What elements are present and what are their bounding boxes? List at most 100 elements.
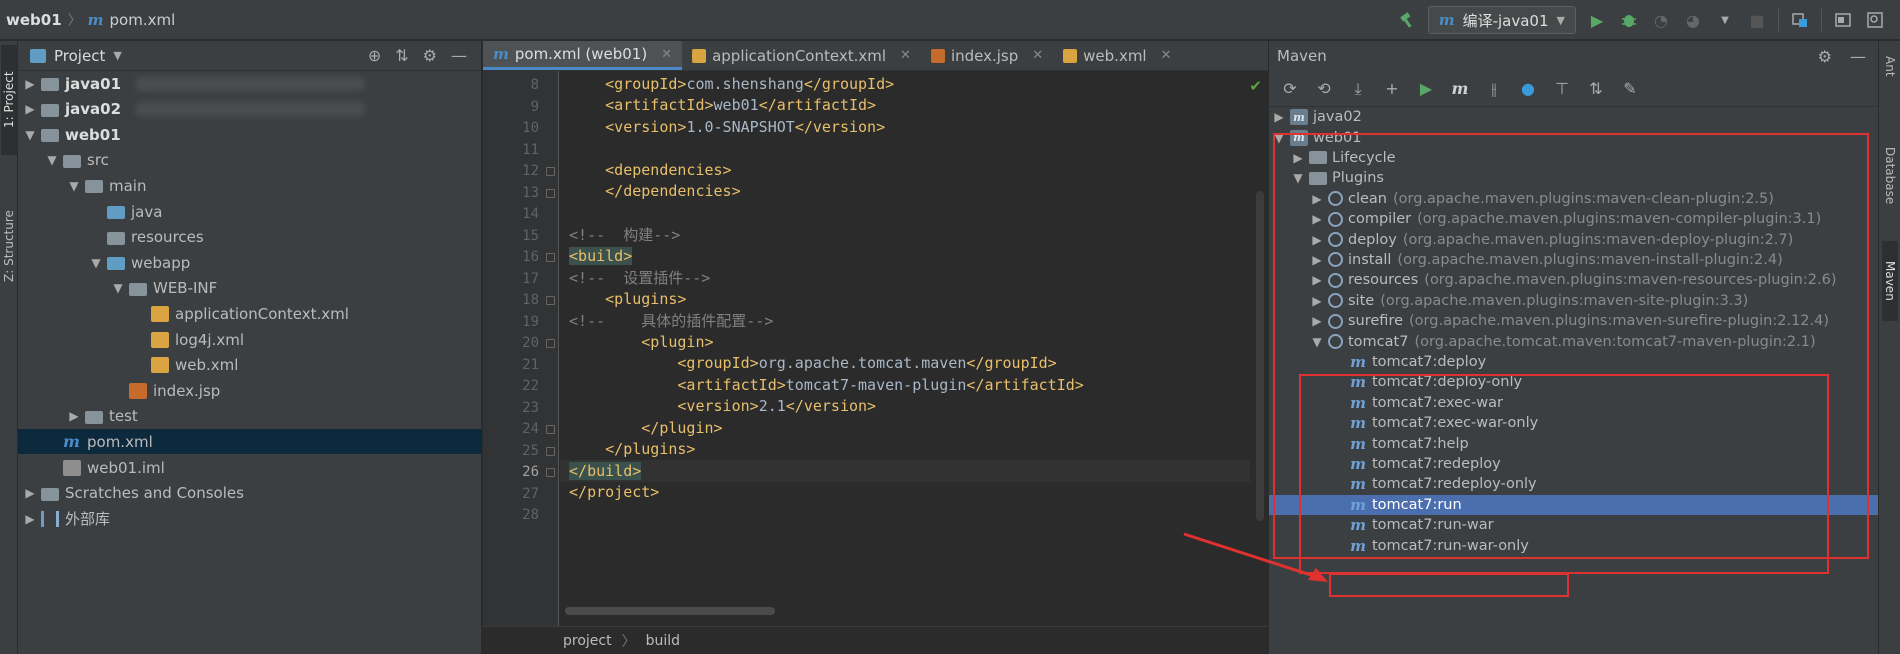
chevron-right-icon[interactable]: ▶ bbox=[1309, 253, 1325, 267]
project-tree-item[interactable]: applicationContext.xml bbox=[18, 301, 482, 326]
toggle-offline-icon[interactable]: ⫲ bbox=[1483, 78, 1505, 100]
breadcrumb-build-tag[interactable]: build bbox=[646, 633, 680, 649]
chevron-down-icon[interactable]: ▼ bbox=[1271, 131, 1287, 145]
coverage-icon[interactable]: ◔ bbox=[1650, 9, 1672, 31]
chevron-down-icon[interactable]: ▼ bbox=[1309, 335, 1325, 349]
tab-project-tool[interactable]: 1: Project bbox=[1, 45, 17, 155]
project-tree-item[interactable]: java bbox=[18, 199, 482, 224]
editor-tab[interactable]: index.jsp ✕ bbox=[921, 41, 1053, 70]
chevron-right-icon[interactable]: ▶ bbox=[22, 486, 38, 500]
editor-tab[interactable]: m pom.xml (web01) ✕ bbox=[483, 41, 683, 70]
breadcrumb-project-tag[interactable]: project bbox=[563, 633, 612, 649]
maven-tree-item[interactable]: m tomcat7:help bbox=[1269, 433, 1879, 453]
run-configuration-select[interactable]: m 编译-java01 ▼ bbox=[1427, 6, 1576, 34]
chevron-down-icon[interactable]: ▼ bbox=[1290, 171, 1306, 185]
maven-tree-item[interactable]: m tomcat7:run bbox=[1269, 494, 1879, 515]
hammer-icon[interactable] bbox=[1396, 9, 1418, 31]
maven-tree-item[interactable]: ▶ m java02 bbox=[1269, 107, 1879, 127]
chevron-right-icon[interactable]: ▶ bbox=[1309, 233, 1325, 247]
maven-tree-item[interactable]: ▶ resources (org.apache.maven.plugins:mave… bbox=[1269, 270, 1879, 290]
maven-tree-item[interactable]: m tomcat7:redeploy-only bbox=[1269, 474, 1879, 494]
close-icon[interactable]: ✕ bbox=[900, 48, 911, 63]
project-tree-item[interactable]: ▶ 外部库 bbox=[18, 506, 482, 531]
project-tree-item[interactable]: log4j.xml bbox=[18, 327, 482, 352]
maven-tree-item[interactable]: ▶ surefire (org.apache.maven.plugins:maven… bbox=[1269, 311, 1879, 331]
chevron-down-icon[interactable]: ▼ bbox=[44, 153, 60, 167]
tab-ant-tool[interactable]: Ant bbox=[1882, 41, 1898, 91]
chevron-right-icon[interactable]: ▶ bbox=[66, 409, 82, 423]
maven-tree-item[interactable]: ▶ site (org.apache.maven.plugins:maven-sit… bbox=[1269, 291, 1879, 311]
stop-icon[interactable]: ■ bbox=[1746, 9, 1768, 31]
chevron-right-icon[interactable]: ▶ bbox=[1309, 294, 1325, 308]
project-tree-item[interactable]: web.xml bbox=[18, 353, 482, 378]
breadcrumb-file[interactable]: pom.xml bbox=[110, 11, 176, 29]
chevron-right-icon[interactable]: ▶ bbox=[22, 77, 38, 91]
close-icon[interactable]: ✕ bbox=[661, 47, 672, 62]
project-tree-item[interactable]: m pom.xml bbox=[18, 429, 482, 455]
maven-tree-item[interactable]: m tomcat7:run-war-only bbox=[1269, 535, 1879, 555]
fold-marker-icon[interactable] bbox=[546, 253, 555, 262]
fold-marker-icon[interactable] bbox=[546, 167, 555, 176]
maven-tree-item[interactable]: ▶ deploy (org.apache.maven.plugins:maven-d… bbox=[1269, 229, 1879, 249]
chevron-right-icon[interactable]: ▶ bbox=[1309, 273, 1325, 287]
tab-maven-tool[interactable]: Maven bbox=[1882, 241, 1898, 321]
collapse-all-icon[interactable]: ⇅ bbox=[1585, 78, 1607, 100]
project-tree-item[interactable]: ▼ web01 bbox=[18, 122, 482, 147]
project-tree-item[interactable]: ▶ java02 bbox=[18, 97, 482, 122]
maven-tree-item[interactable]: ▼ tomcat7 (org.apache.tomcat.maven:tomcat7… bbox=[1269, 331, 1879, 351]
gear-icon[interactable]: ⚙ bbox=[1818, 47, 1832, 66]
chevron-down-icon[interactable]: ▼ bbox=[1714, 9, 1736, 31]
fold-marker-icon[interactable] bbox=[546, 339, 555, 348]
breadcrumb-project[interactable]: web01 bbox=[6, 11, 62, 29]
play-icon[interactable]: ▶ bbox=[1586, 9, 1608, 31]
maven-tree-item[interactable]: m tomcat7:exec-war-only bbox=[1269, 413, 1879, 433]
chevron-right-icon[interactable]: ▶ bbox=[1271, 110, 1287, 124]
collapse-all-icon[interactable]: ⇅ bbox=[395, 46, 408, 65]
gear-icon[interactable]: ⚙ bbox=[423, 46, 437, 65]
project-tree-item[interactable]: ▶ test bbox=[18, 404, 482, 429]
horizontal-scrollbar[interactable] bbox=[565, 607, 775, 615]
skip-tests-icon[interactable]: ● bbox=[1517, 78, 1539, 100]
chevron-down-icon[interactable]: ▼ bbox=[110, 281, 126, 295]
execute-goal-icon[interactable]: m bbox=[1449, 78, 1471, 100]
fold-marker-icon[interactable] bbox=[546, 425, 555, 434]
tab-structure-tool[interactable]: Z: Structure bbox=[1, 191, 17, 301]
settings-wrench-icon[interactable]: ✎ bbox=[1619, 78, 1641, 100]
fold-marker-icon[interactable] bbox=[546, 446, 555, 456]
chevron-right-icon[interactable]: ▶ bbox=[1309, 212, 1325, 226]
chevron-down-icon[interactable]: ▼ bbox=[88, 256, 104, 270]
maven-tree-item[interactable]: m tomcat7:deploy-only bbox=[1269, 372, 1879, 392]
chevron-right-icon[interactable]: ▶ bbox=[1309, 314, 1325, 328]
editor-tab[interactable]: web.xml ✕ bbox=[1053, 41, 1181, 70]
code-area[interactable]: <groupId> com.shenshang </groupId> <artifa… bbox=[560, 71, 1250, 626]
chevron-right-icon[interactable]: ▶ bbox=[1309, 192, 1325, 206]
maven-tree-item[interactable]: m tomcat7:exec-war bbox=[1269, 393, 1879, 413]
project-panel-title[interactable]: Project bbox=[54, 47, 105, 65]
chevron-down-icon[interactable]: ▼ bbox=[22, 128, 38, 142]
hide-panel-icon[interactable]: — bbox=[1850, 47, 1866, 66]
generate-sources-icon[interactable]: ⟲ bbox=[1313, 78, 1335, 100]
layout-icon[interactable] bbox=[1832, 9, 1854, 31]
fold-marker-icon[interactable] bbox=[546, 296, 555, 305]
editor-tab[interactable]: applicationContext.xml ✕ bbox=[682, 41, 921, 70]
maven-tree-item[interactable]: m tomcat7:deploy bbox=[1269, 352, 1879, 372]
maven-tree-item[interactable]: ▶ install (org.apache.maven.plugins:maven-… bbox=[1269, 250, 1879, 270]
chevron-down-icon[interactable]: ▼ bbox=[113, 49, 121, 62]
maven-tree-item[interactable]: m tomcat7:run-war bbox=[1269, 515, 1879, 535]
project-tree-item[interactable]: ▼ webapp bbox=[18, 250, 482, 275]
project-tree-item[interactable]: ▼ main bbox=[18, 173, 482, 198]
maven-tree-item[interactable]: ▼ Plugins bbox=[1269, 168, 1879, 188]
tab-database-tool[interactable]: Database bbox=[1882, 121, 1898, 231]
download-icon[interactable]: ⤓ bbox=[1347, 78, 1369, 100]
run-icon[interactable]: ▶ bbox=[1415, 78, 1437, 100]
chevron-right-icon[interactable]: ▶ bbox=[1290, 151, 1306, 165]
project-structure-icon[interactable] bbox=[1789, 9, 1811, 31]
vertical-scrollbar[interactable] bbox=[1256, 191, 1264, 521]
maven-tree-item[interactable]: ▶ clean (org.apache.maven.plugins:maven-cl… bbox=[1269, 189, 1879, 209]
close-icon[interactable]: ✕ bbox=[1032, 48, 1043, 63]
project-tree-item[interactable]: resources bbox=[18, 225, 482, 250]
fold-marker-icon[interactable] bbox=[546, 188, 555, 198]
project-tree-item[interactable]: ▼ WEB-INF bbox=[18, 276, 482, 301]
project-tree-item[interactable]: ▼ src bbox=[18, 148, 482, 173]
profile-icon[interactable]: ◕ bbox=[1682, 9, 1704, 31]
